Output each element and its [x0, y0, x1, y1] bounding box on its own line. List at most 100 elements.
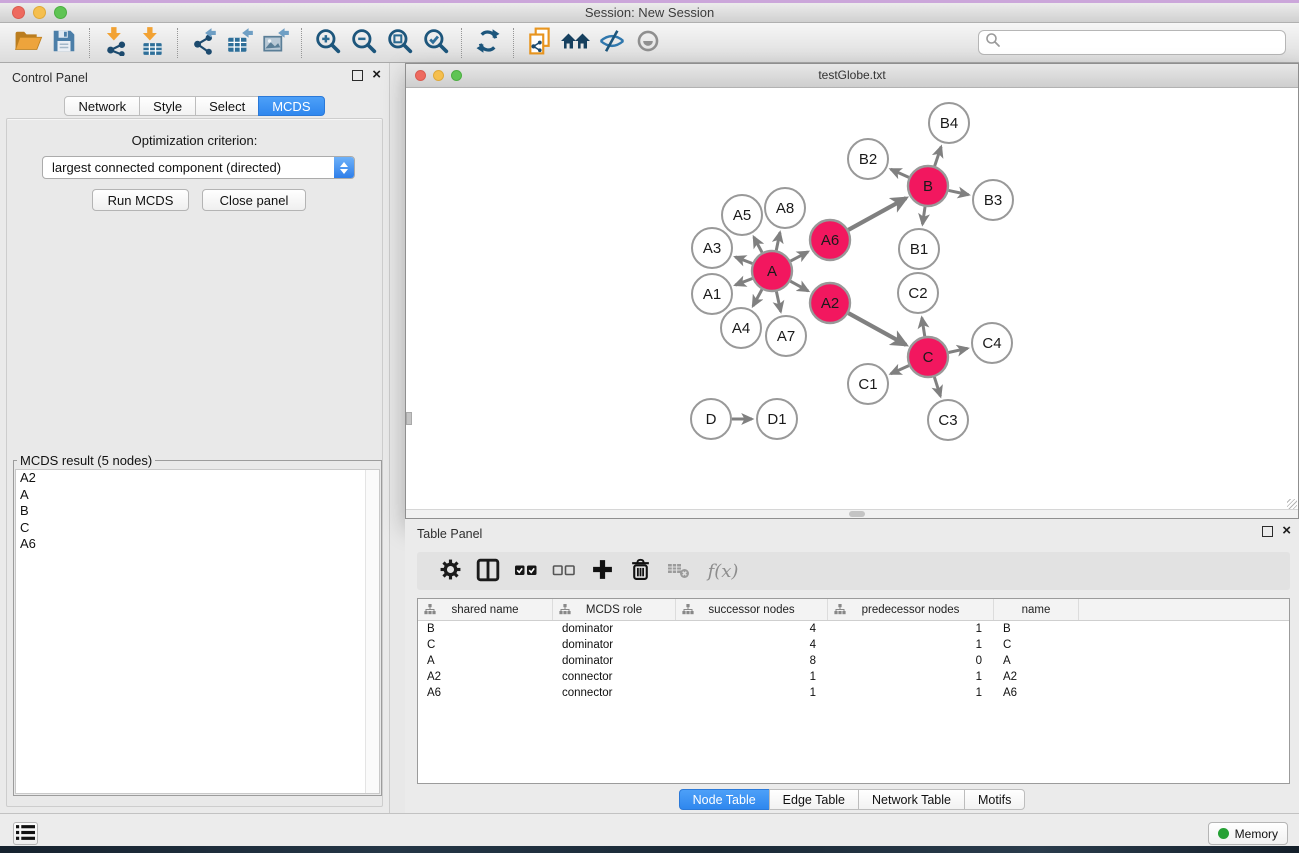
zoom-fit-button[interactable]: [382, 27, 418, 59]
graph-edge-A-A2[interactable]: [790, 281, 808, 291]
column-header-successor-nodes[interactable]: successor nodes: [676, 599, 828, 620]
tab-style[interactable]: Style: [139, 96, 196, 116]
table-row[interactable]: A6connector11A6: [418, 685, 1289, 701]
table-cell[interactable]: C: [418, 639, 553, 651]
result-item[interactable]: B: [16, 503, 379, 520]
table-cell[interactable]: 1: [676, 671, 828, 683]
show-column-button[interactable]: [469, 555, 507, 587]
table-cell[interactable]: 8: [676, 655, 828, 667]
memory-button[interactable]: Memory: [1208, 822, 1288, 845]
import-network-button[interactable]: [98, 27, 134, 59]
table-cell[interactable]: A: [994, 655, 1079, 667]
graph-edge-C-C4[interactable]: [949, 348, 968, 352]
graph-edge-B-B2[interactable]: [891, 169, 909, 177]
network-vertical-scrollbar-thumb[interactable]: [406, 412, 412, 425]
column-header-MCDS-role[interactable]: MCDS role: [553, 599, 676, 620]
zoom-out-button[interactable]: [346, 27, 382, 59]
network-horizontal-scrollbar-thumb[interactable]: [849, 511, 865, 517]
graph-edge-A-A4[interactable]: [753, 289, 762, 306]
result-item[interactable]: A: [16, 487, 379, 504]
export-network-button[interactable]: [186, 27, 222, 59]
result-item[interactable]: A6: [16, 536, 379, 553]
graph-edge-A-A8[interactable]: [776, 232, 780, 250]
table-cell[interactable]: B: [994, 623, 1079, 635]
criterion-dropdown[interactable]: largest connected component (directed): [42, 156, 355, 179]
apply-layout-button[interactable]: [470, 27, 506, 59]
export-image-button[interactable]: [258, 27, 294, 59]
graph-edge-A-A5[interactable]: [754, 237, 762, 252]
graph-edge-A-A1[interactable]: [735, 279, 752, 286]
export-table-button[interactable]: [222, 27, 258, 59]
column-header-name[interactable]: name: [994, 599, 1079, 620]
table-cell[interactable]: dominator: [553, 623, 676, 635]
new-network-from-selection-button[interactable]: [522, 27, 558, 59]
table-row[interactable]: A2connector11A2: [418, 669, 1289, 685]
table-cell[interactable]: A6: [994, 687, 1079, 699]
show-graphics-details-button[interactable]: [630, 27, 666, 59]
table-cell[interactable]: 1: [828, 671, 994, 683]
run-mcds-button[interactable]: Run MCDS: [92, 189, 189, 211]
search-input[interactable]: [1001, 33, 1279, 53]
table-row[interactable]: Cdominator41C: [418, 637, 1289, 653]
table-cell[interactable]: A6: [418, 687, 553, 699]
column-header-shared-name[interactable]: shared name: [418, 599, 553, 620]
task-history-button[interactable]: [13, 822, 38, 845]
table-cell[interactable]: 1: [676, 687, 828, 699]
table-cell[interactable]: 1: [828, 623, 994, 635]
add-column-button[interactable]: [583, 555, 621, 587]
table-row[interactable]: Adominator80A: [418, 653, 1289, 669]
table-cell[interactable]: dominator: [553, 655, 676, 667]
table-cell[interactable]: A2: [994, 671, 1079, 683]
table-settings-button[interactable]: [431, 555, 469, 587]
table-cell[interactable]: dominator: [553, 639, 676, 651]
graph-edge-C-C3[interactable]: [934, 377, 940, 396]
table-tab-node-table[interactable]: Node Table: [679, 789, 770, 810]
import-table-button[interactable]: [134, 27, 170, 59]
graph-edge-B-B3[interactable]: [949, 190, 969, 194]
close-panel-icon[interactable]: ×: [372, 69, 381, 81]
zoom-in-button[interactable]: [310, 27, 346, 59]
table-cell[interactable]: 0: [828, 655, 994, 667]
graph-edge-B-B4[interactable]: [935, 147, 941, 166]
float-table-panel-icon[interactable]: [1262, 526, 1273, 537]
table-tab-network-table[interactable]: Network Table: [858, 789, 965, 810]
close-panel-button[interactable]: Close panel: [202, 189, 306, 211]
select-all-columns-button[interactable]: [507, 555, 545, 587]
result-scrollbar[interactable]: [365, 470, 379, 793]
table-row[interactable]: Bdominator41B: [418, 621, 1289, 637]
table-cell[interactable]: 1: [828, 639, 994, 651]
tab-network[interactable]: Network: [64, 96, 140, 116]
save-session-button[interactable]: [46, 27, 82, 59]
float-panel-icon[interactable]: [352, 70, 363, 81]
tab-select[interactable]: Select: [195, 96, 259, 116]
zoom-selected-button[interactable]: [418, 27, 454, 59]
window-resize-grip[interactable]: [1287, 499, 1297, 509]
tab-mcds[interactable]: MCDS: [258, 96, 324, 116]
table-cell[interactable]: 1: [828, 687, 994, 699]
table-tab-edge-table[interactable]: Edge Table: [769, 789, 859, 810]
table-cell[interactable]: C: [994, 639, 1079, 651]
table-cell[interactable]: A2: [418, 671, 553, 683]
table-cell[interactable]: 4: [676, 623, 828, 635]
graph-edge-A-A7[interactable]: [776, 292, 780, 312]
home-pages-button[interactable]: [558, 27, 594, 59]
graph-edge-C-C2[interactable]: [922, 318, 925, 337]
network-canvas[interactable]: AA1A2A3A4A5A6A7A8BB1B2B3B4CC1C2C3C4DD1: [406, 87, 1298, 510]
table-cell[interactable]: connector: [553, 687, 676, 699]
graph-edge-A6-B[interactable]: [848, 198, 906, 230]
graph-edge-B-B1[interactable]: [923, 207, 925, 224]
table-cell[interactable]: A: [418, 655, 553, 667]
result-item[interactable]: C: [16, 520, 379, 537]
graph-edge-A2-C[interactable]: [848, 313, 906, 345]
graph-edge-C-C1[interactable]: [891, 366, 909, 374]
table-cell[interactable]: B: [418, 623, 553, 635]
table-cell[interactable]: connector: [553, 671, 676, 683]
table-tab-motifs[interactable]: Motifs: [964, 789, 1025, 810]
graph-edge-A-A6[interactable]: [791, 252, 808, 261]
column-header-predecessor-nodes[interactable]: predecessor nodes: [828, 599, 994, 620]
close-table-panel-icon[interactable]: ×: [1282, 525, 1291, 537]
network-horizontal-scrollbar[interactable]: [406, 509, 1298, 518]
open-session-button[interactable]: [10, 27, 46, 59]
result-item[interactable]: A2: [16, 470, 379, 487]
table-cell[interactable]: 4: [676, 639, 828, 651]
